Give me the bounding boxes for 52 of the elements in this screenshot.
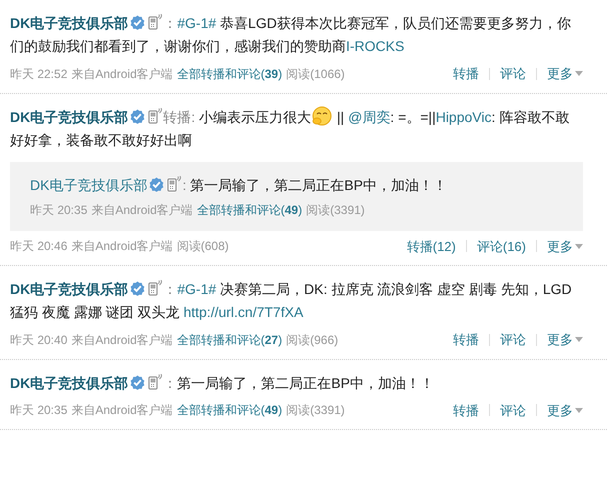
author-name[interactable]: DK电子竞技俱乐部 — [30, 176, 148, 192]
all-reposts-link[interactable]: 全部转播和评论(49) — [196, 200, 302, 218]
read-count: 阅读(608) — [176, 238, 229, 256]
text-link[interactable]: http://url.cn/7T7fXA — [183, 304, 304, 320]
post-source: 来自Android客户端 — [71, 238, 173, 256]
action-link[interactable]: 评论 — [500, 330, 526, 350]
post-source: 来自Android客户端 — [71, 332, 173, 349]
caret-icon — [575, 408, 583, 413]
post-time: 昨天 20:35 — [10, 402, 68, 420]
emoji-icon — [311, 106, 334, 126]
read-count: 阅读(966) — [286, 332, 338, 349]
text-link[interactable]: @周奕 — [348, 108, 390, 124]
text-link[interactable]: #G-1# — [177, 15, 216, 31]
caret-icon — [575, 71, 583, 76]
action-link[interactable]: 评论(16) — [476, 236, 526, 256]
read-count: 阅读(3391) — [306, 202, 365, 218]
repost-text: DK电子竞技俱乐部 : 第一局输了，第二局正在BP中，加油！！ — [30, 174, 448, 194]
more-menu-button[interactable]: 更多 — [547, 330, 583, 350]
more-menu-button[interactable]: 更多 — [547, 236, 583, 256]
action-link[interactable]: 转播 — [453, 400, 479, 420]
post-time: 昨天 20:40 — [10, 332, 68, 349]
caret-icon — [575, 337, 583, 342]
post-text: DK电子竞技俱乐部 ：第一局输了，第二局正在BP中，加油！！ — [10, 372, 435, 392]
post-source: 来自Android客户端 — [91, 202, 193, 218]
text-link[interactable]: HippoVic — [436, 108, 492, 124]
text-link[interactable]: #G-1# — [177, 281, 216, 297]
author-name[interactable]: DK电子竞技俱乐部 — [10, 15, 128, 31]
author-name[interactable]: DK电子竞技俱乐部 — [10, 281, 128, 297]
action-link[interactable]: 转播 — [453, 330, 479, 350]
action-link[interactable]: 评论 — [500, 64, 526, 84]
action-link[interactable]: 转播 — [453, 64, 479, 84]
author-name[interactable]: DK电子竞技俱乐部 — [10, 374, 128, 390]
post-text: DK电子竞技俱乐部 ：#G-1# 恭喜LGD获得本次比赛冠军，队员们还需要更多努力，你们的鼓励我们都看到了，谢谢你们，感谢我们的赞助商I-ROCKS — [10, 13, 572, 56]
all-reposts-link[interactable]: 全部转播和评论(39) — [176, 64, 282, 83]
all-reposts-link[interactable]: 全部转播和评论(49) — [176, 401, 282, 420]
post-time: 昨天 20:35 — [30, 202, 88, 218]
post-text: DK电子竞技俱乐部 转播: 小编表示压力很大 || @周奕: =。=||HippoVic: 阵容敢不敢好好拿，装备敢不敢好好出啊 — [10, 106, 583, 152]
post-text: DK电子竞技俱乐部 ：#G-1# 决赛第二局，DK: 拉席克 流浪剑客 虚空 剧毒 先知，LGD 猛犸 夜魔 露娜 谜团 双头龙 http://url.cn/7T7fXA — [10, 279, 573, 322]
action-link[interactable]: 评论 — [500, 400, 526, 420]
action-link[interactable]: 转播(12) — [406, 236, 456, 256]
read-count: 阅读(3391) — [286, 402, 345, 420]
post-source: 来自Android客户端 — [71, 66, 173, 83]
post-source: 来自Android客户端 — [71, 402, 173, 420]
more-menu-button[interactable]: 更多 — [547, 400, 583, 420]
all-reposts-link[interactable]: 全部转播和评论(27) — [176, 330, 282, 349]
read-count: 阅读(1066) — [286, 66, 345, 83]
post-time: 昨天 22:52 — [10, 66, 68, 83]
text-link[interactable]: I-ROCKS — [346, 38, 404, 54]
post-time: 昨天 20:46 — [10, 238, 68, 256]
more-menu-button[interactable]: 更多 — [547, 64, 583, 84]
author-name[interactable]: DK电子竞技俱乐部 — [10, 108, 128, 124]
caret-icon — [575, 244, 583, 249]
